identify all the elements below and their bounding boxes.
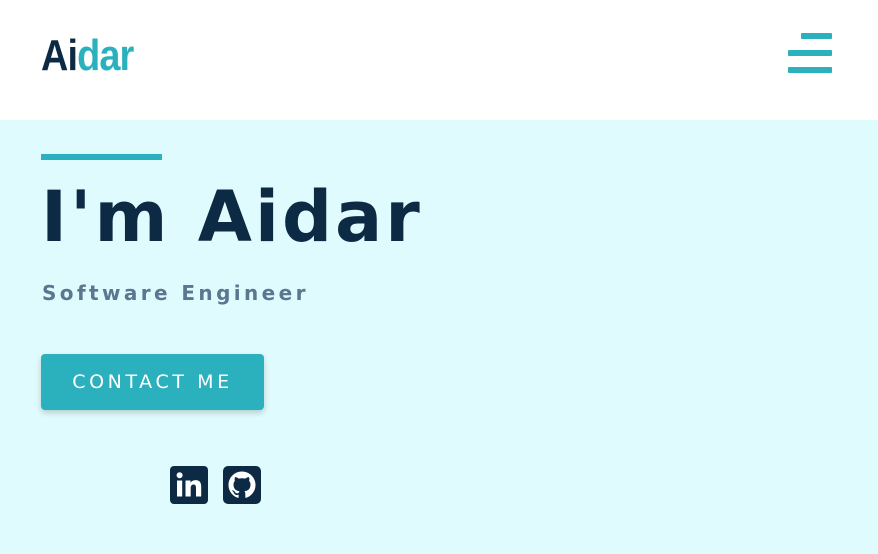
menu-bar-bottom (788, 67, 832, 73)
logo-text-dark: Ai (41, 31, 78, 80)
accent-divider (41, 154, 162, 160)
contact-me-button[interactable]: CONTACT ME (41, 354, 264, 410)
site-header: Aidar (0, 0, 878, 120)
logo-link[interactable]: Aidar (41, 28, 134, 84)
github-icon[interactable] (223, 466, 261, 504)
linkedin-icon[interactable] (170, 466, 208, 504)
hero-subtitle: Software Engineer (42, 281, 309, 305)
menu-bar-middle (788, 50, 832, 56)
logo-text-accent: dar (77, 31, 134, 80)
hamburger-menu-icon[interactable] (786, 31, 832, 77)
hero-section: I'm Aidar Software Engineer CONTACT ME (0, 120, 878, 554)
hero-title: I'm Aidar (41, 176, 423, 258)
menu-bar-top (801, 33, 832, 39)
